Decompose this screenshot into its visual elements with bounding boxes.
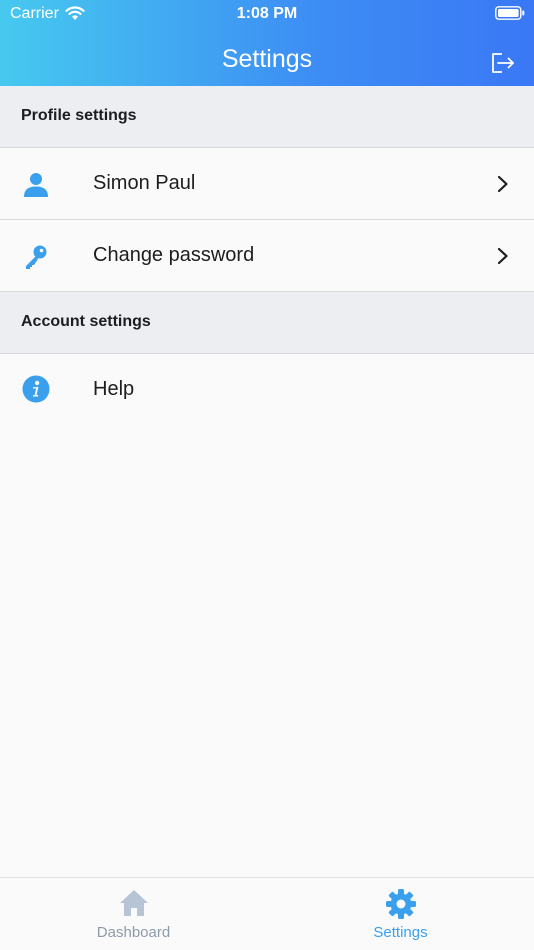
logout-button[interactable]	[486, 48, 520, 78]
chevron-right-icon	[497, 247, 508, 265]
profile-row[interactable]: Simon Paul	[0, 148, 534, 220]
section-header-account: Account settings	[0, 292, 534, 354]
tab-settings[interactable]: Settings	[267, 878, 534, 950]
gear-icon	[385, 889, 416, 919]
home-icon	[119, 890, 148, 916]
profile-name-label: Simon Paul	[93, 172, 196, 194]
tab-dashboard[interactable]: Dashboard	[0, 878, 267, 950]
change-password-label: Change password	[93, 244, 255, 266]
section-header-profile: Profile settings	[0, 86, 534, 148]
battery-icon	[495, 6, 525, 20]
settings-screen: Carrier 1:08 PM Settings Profile setting…	[0, 0, 534, 950]
key-icon	[22, 243, 50, 271]
help-label: Help	[93, 378, 135, 400]
section-title-profile: Profile settings	[21, 107, 137, 124]
section-title-account: Account settings	[21, 313, 151, 330]
logout-icon	[492, 53, 514, 73]
user-icon	[22, 171, 50, 199]
change-password-row[interactable]: Change password	[0, 220, 534, 292]
clock: 1:08 PM	[236, 5, 298, 22]
status-bar: Carrier 1:08 PM	[0, 0, 534, 28]
help-row[interactable]: Help	[0, 354, 534, 426]
chevron-right-icon	[497, 175, 508, 193]
tab-dashboard-label: Dashboard	[96, 924, 171, 941]
header: Carrier 1:08 PM Settings	[0, 0, 534, 86]
info-icon	[22, 375, 50, 403]
tab-settings-label: Settings	[373, 924, 428, 941]
page-title: Settings	[221, 45, 313, 73]
tab-bar: Dashboard Settings	[0, 877, 534, 950]
